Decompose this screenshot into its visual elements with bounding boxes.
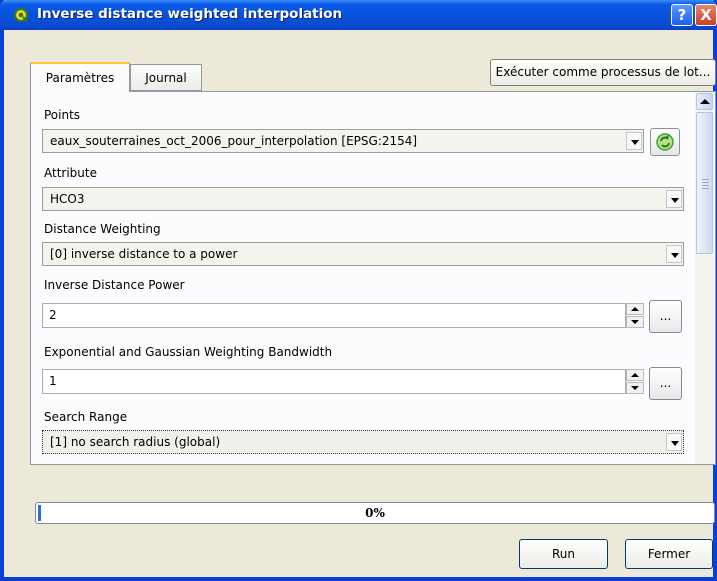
distance-weighting-combo[interactable]: [0] inverse distance to a power [42, 242, 684, 266]
iterate-icon [656, 133, 674, 151]
chevron-down-icon[interactable] [666, 245, 682, 263]
chevron-down-icon[interactable] [626, 132, 642, 150]
spin-up-icon[interactable] [626, 369, 644, 381]
bandwidth-spinner[interactable] [626, 369, 644, 394]
vertical-scrollbar[interactable] [695, 92, 714, 464]
qgis-icon [14, 8, 28, 22]
window-title: Inverse distance weighted interpolation [37, 6, 343, 22]
run-button[interactable]: Run [519, 539, 608, 569]
bandwidth-label: Exponential and Gaussian Weighting Bandw… [44, 345, 333, 359]
tab-parametres[interactable]: Paramètres [30, 62, 130, 92]
inverse-distance-power-spinner[interactable] [626, 303, 644, 328]
tab-journal[interactable]: Journal [130, 64, 202, 91]
scroll-up-icon[interactable] [696, 93, 713, 110]
search-range-value: [1] no search radius (global) [50, 435, 221, 449]
search-range-combo[interactable]: [1] no search radius (global) [42, 430, 684, 454]
points-combo[interactable]: eaux_souterraines_oct_2006_pour_interpol… [42, 129, 644, 153]
help-button[interactable]: ? [671, 4, 693, 26]
progress-label: 0% [365, 506, 385, 520]
progress-bar: 0% [35, 502, 715, 524]
dialog-window: Inverse distance weighted interpolation … [0, 0, 717, 581]
attribute-value: HCO3 [50, 192, 85, 206]
attribute-label: Attribute [44, 166, 97, 180]
spin-down-icon[interactable] [626, 382, 644, 394]
scroll-thumb[interactable] [696, 112, 713, 254]
close-button[interactable]: Fermer [625, 539, 713, 569]
iterate-button[interactable] [650, 128, 680, 156]
attribute-combo[interactable]: HCO3 [42, 187, 684, 211]
close-window-button[interactable]: X [695, 4, 717, 26]
search-range-label: Search Range [44, 410, 128, 424]
chevron-down-icon[interactable] [666, 433, 682, 451]
bandwidth-options-button[interactable]: ... [649, 367, 682, 400]
inverse-distance-power-label: Inverse Distance Power [44, 278, 185, 292]
spin-up-icon[interactable] [626, 303, 644, 315]
points-label: Points [44, 108, 81, 122]
points-value: eaux_souterraines_oct_2006_pour_interpol… [50, 134, 418, 148]
power-options-button[interactable]: ... [649, 300, 682, 333]
chevron-down-icon[interactable] [666, 190, 682, 208]
spin-down-icon[interactable] [626, 316, 644, 328]
title-bar[interactable]: Inverse distance weighted interpolation … [0, 0, 717, 30]
inverse-distance-power-input[interactable]: 2 [42, 303, 626, 328]
distance-weighting-value: [0] inverse distance to a power [50, 247, 238, 261]
batch-process-button[interactable]: Exécuter comme processus de lot... [490, 59, 716, 86]
bandwidth-input[interactable]: 1 [42, 369, 626, 394]
distance-weighting-label: Distance Weighting [44, 222, 161, 236]
